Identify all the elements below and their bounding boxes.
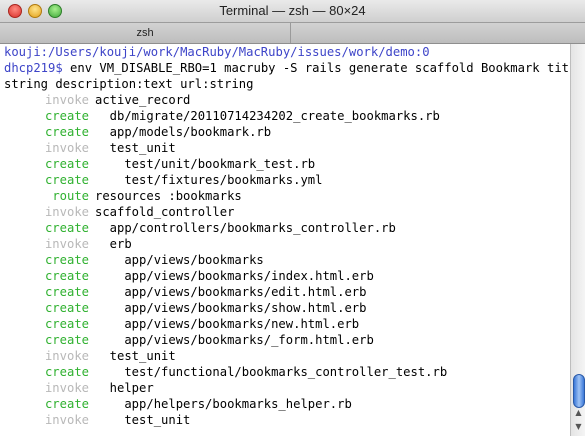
output-line: invoke helper xyxy=(0,380,570,396)
command-wrap-text: string description:text url:string xyxy=(4,77,254,91)
command-text: env VM_DISABLE_RBO=1 macruby -S rails ge… xyxy=(62,61,570,75)
output-line: create app/views/bookmarks/_form.html.er… xyxy=(0,332,570,348)
prompt-path: kouji:/Users/kouji/work/MacRuby/MacRuby/… xyxy=(4,45,430,59)
output-line: invoke active_record xyxy=(0,92,570,108)
output-path: db/migrate/20110714234202_create_bookmar… xyxy=(95,109,440,123)
output-line: create app/views/bookmarks/index.html.er… xyxy=(0,268,570,284)
action-create: create xyxy=(44,285,89,299)
output-lines: invoke active_record create db/migrate/201… xyxy=(0,92,570,428)
output-line: create app/views/bookmarks xyxy=(0,252,570,268)
output-line: create app/helpers/bookmarks_helper.rb xyxy=(0,396,570,412)
action-invoke: invoke xyxy=(44,349,89,363)
output-path: active_record xyxy=(95,93,191,107)
action-create: create xyxy=(44,365,89,379)
action-create: create xyxy=(44,269,89,283)
action-create: create xyxy=(44,301,89,315)
scroll-down-arrow-icon[interactable]: ▼ xyxy=(574,422,583,431)
output-path: test_unit xyxy=(95,349,176,363)
output-path: resources :bookmarks xyxy=(95,189,242,203)
action-create: create xyxy=(44,173,89,187)
scrollbar-thumb[interactable] xyxy=(573,374,585,408)
action-invoke: invoke xyxy=(44,93,89,107)
action-create: create xyxy=(44,333,89,347)
tab-zsh[interactable]: zsh xyxy=(0,23,290,43)
action-create: create xyxy=(44,397,89,411)
output-line: create db/migrate/20110714234202_create_… xyxy=(0,108,570,124)
action-invoke: invoke xyxy=(44,381,89,395)
command-line: dhcp219$ env VM_DISABLE_RBO=1 macruby -S… xyxy=(0,60,570,76)
output-path: app/views/bookmarks xyxy=(95,253,264,267)
action-invoke: invoke xyxy=(44,141,89,155)
action-route: route xyxy=(52,189,89,203)
output-line: create app/controllers/bookmarks_control… xyxy=(0,220,570,236)
output-line: invoke test_unit xyxy=(0,140,570,156)
tab-divider xyxy=(290,23,291,43)
output-line: create app/views/bookmarks/edit.html.erb xyxy=(0,284,570,300)
action-invoke: invoke xyxy=(44,237,89,251)
output-path: app/controllers/bookmarks_controller.rb xyxy=(95,221,396,235)
output-path: app/views/bookmarks/show.html.erb xyxy=(95,301,367,315)
scroll-arrows[interactable]: ▲ ▼ xyxy=(571,406,585,436)
tab-bar: zsh xyxy=(0,23,585,44)
output-line: create app/views/bookmarks/new.html.erb xyxy=(0,316,570,332)
action-create: create xyxy=(44,125,89,139)
output-path: test/unit/bookmark_test.rb xyxy=(95,157,316,171)
output-path: erb xyxy=(95,237,132,251)
output-path: app/views/bookmarks/new.html.erb xyxy=(95,317,360,331)
output-path: app/views/bookmarks/index.html.erb xyxy=(95,269,374,283)
output-line: create test/unit/bookmark_test.rb xyxy=(0,156,570,172)
action-create: create xyxy=(44,109,89,123)
action-create: create xyxy=(44,253,89,267)
window-title: Terminal — zsh — 80×24 xyxy=(219,3,366,18)
action-create: create xyxy=(44,221,89,235)
output-line: route resources :bookmarks xyxy=(0,188,570,204)
terminal-output[interactable]: kouji:/Users/kouji/work/MacRuby/MacRuby/… xyxy=(0,44,570,436)
output-path: app/views/bookmarks/_form.html.erb xyxy=(95,333,374,347)
action-invoke: invoke xyxy=(44,205,89,219)
terminal-window: Terminal — zsh — 80×24 zsh kouji:/Users/… xyxy=(0,0,585,436)
action-invoke: invoke xyxy=(44,413,89,427)
command-wrap-line: string description:text url:string xyxy=(0,76,570,92)
output-line: create app/views/bookmarks/show.html.erb xyxy=(0,300,570,316)
output-path: scaffold_controller xyxy=(95,205,235,219)
output-line: create test/functional/bookmarks_control… xyxy=(0,364,570,380)
output-line: create test/fixtures/bookmarks.yml xyxy=(0,172,570,188)
output-line: create app/models/bookmark.rb xyxy=(0,124,570,140)
output-path: test_unit xyxy=(95,413,191,427)
action-create: create xyxy=(44,317,89,331)
output-line: invoke erb xyxy=(0,236,570,252)
output-line: invoke scaffold_controller xyxy=(0,204,570,220)
output-path: helper xyxy=(95,381,154,395)
output-path: app/helpers/bookmarks_helper.rb xyxy=(95,397,352,411)
action-create: create xyxy=(44,157,89,171)
output-line: invoke test_unit xyxy=(0,348,570,364)
scroll-up-arrow-icon[interactable]: ▲ xyxy=(574,408,583,417)
title-bar[interactable]: Terminal — zsh — 80×24 xyxy=(0,0,585,23)
prompt-host: dhcp219$ xyxy=(4,61,63,75)
output-path: test/fixtures/bookmarks.yml xyxy=(95,173,323,187)
output-path: test/functional/bookmarks_controller_tes… xyxy=(95,365,448,379)
prompt-line: kouji:/Users/kouji/work/MacRuby/MacRuby/… xyxy=(0,44,570,60)
output-path: app/views/bookmarks/edit.html.erb xyxy=(95,285,367,299)
output-path: app/models/bookmark.rb xyxy=(95,125,272,139)
output-line: invoke test_unit xyxy=(0,412,570,428)
vertical-scrollbar[interactable]: ▲ ▼ xyxy=(570,44,585,436)
output-path: test_unit xyxy=(95,141,176,155)
